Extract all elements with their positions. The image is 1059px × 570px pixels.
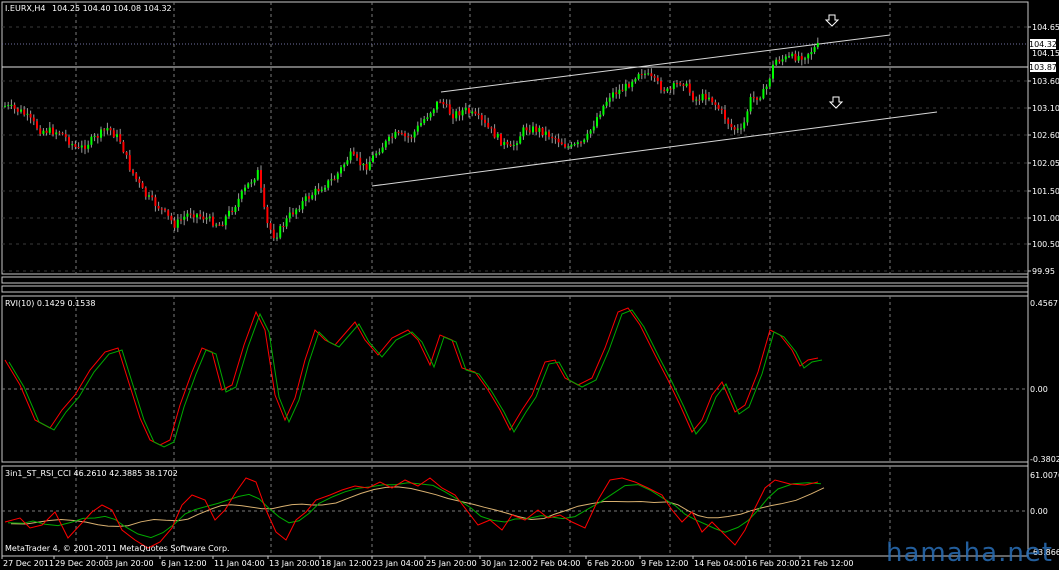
time-tick-label: 18 Jan 12:00	[321, 559, 372, 568]
time-tick-label: 25 Jan 20:00	[426, 559, 477, 568]
price-label: 104.15	[1032, 49, 1059, 58]
price-tick-label: 102.05	[1032, 159, 1059, 168]
time-tick-label: 3 Jan 20:00	[108, 559, 154, 568]
current-price-badge: 104.32	[1029, 39, 1057, 49]
rvi-axis: 0.4567 0.00 -0.3802	[1030, 299, 1059, 464]
time-axis: 27 Dec 2011 29 Dec 20:00 3 Jan 20:00 6 Jan …	[1, 556, 853, 568]
time-tick-label: 9 Feb 12:00	[641, 559, 688, 568]
time-tick-label: 29 Dec 20:00	[55, 559, 109, 568]
time-tick-label: 13 Jan 20:00	[269, 559, 320, 568]
time-tick-label: 2 Feb 04:00	[533, 559, 580, 568]
oscillator-tick-label: 61.0076	[1030, 471, 1059, 480]
time-tick-label: 6 Jan 12:00	[161, 559, 207, 568]
price-tick-label: 100.50	[1032, 240, 1059, 249]
copyright-text: MetaTrader 4, © 2001-2011 MetaQuotes Sof…	[5, 544, 230, 553]
svg-text:104.32: 104.32	[1029, 40, 1057, 49]
level-price-badge: 103.87	[1029, 62, 1057, 72]
collapsed-subwindow[interactable]	[1, 285, 1029, 293]
price-tick-label: 99.95	[1032, 267, 1055, 276]
time-tick-label: 30 Jan 12:00	[481, 559, 532, 568]
rvi-tick-label: 0.00	[1030, 385, 1048, 394]
price-tick-label: 103.60	[1032, 77, 1059, 86]
symbol-label: I.EURX,H4	[5, 4, 46, 13]
time-tick-label: 21 Feb 12:00	[801, 559, 853, 568]
trading-chart-window[interactable]: 104.65 103.60 103.10 102.60 102.05 101.50 101.…	[0, 0, 1059, 570]
rvi-indicator-panel[interactable]	[1, 295, 1029, 463]
time-tick-label: 16 Feb 20:00	[747, 559, 799, 568]
watermark: hamaha.net	[885, 538, 1053, 568]
time-tick-label: 27 Dec 2011	[3, 559, 54, 568]
time-tick-label: 14 Feb 04:00	[694, 559, 746, 568]
ohlc-values: 104.25 104.40 104.08 104.32	[52, 4, 172, 13]
price-axis: 104.65 103.60 103.10 102.60 102.05 101.50 101.…	[1028, 23, 1059, 276]
price-chart-panel[interactable]	[1, 1, 1029, 275]
time-tick-label: 23 Jan 04:00	[373, 559, 424, 568]
price-tick-label: 104.65	[1032, 23, 1059, 32]
time-tick-label: 6 Feb 20:00	[587, 559, 634, 568]
rvi-label: RVI(10) 0.1429 0.1538	[5, 299, 95, 308]
oscillator-tick-label: 0.00	[1030, 507, 1048, 516]
rvi-tick-label: -0.3802	[1030, 455, 1059, 464]
price-tick-label: 101.00	[1032, 214, 1059, 223]
oscillator-label: 3in1_ST_RSI_CCI 46.2610 42.3885 38.1702	[5, 469, 178, 478]
svg-text:103.87: 103.87	[1029, 63, 1057, 72]
price-tick-label: 102.60	[1032, 131, 1059, 140]
time-tick-label: 11 Jan 04:00	[214, 559, 265, 568]
chart-title: I.EURX,H4 104.25 104.40 104.08 104.32	[5, 4, 172, 13]
rvi-tick-label: 0.4567	[1030, 299, 1058, 308]
price-tick-label: 103.10	[1032, 104, 1059, 113]
price-tick-label: 101.50	[1032, 187, 1059, 196]
collapsed-subwindow[interactable]	[1, 276, 1029, 284]
